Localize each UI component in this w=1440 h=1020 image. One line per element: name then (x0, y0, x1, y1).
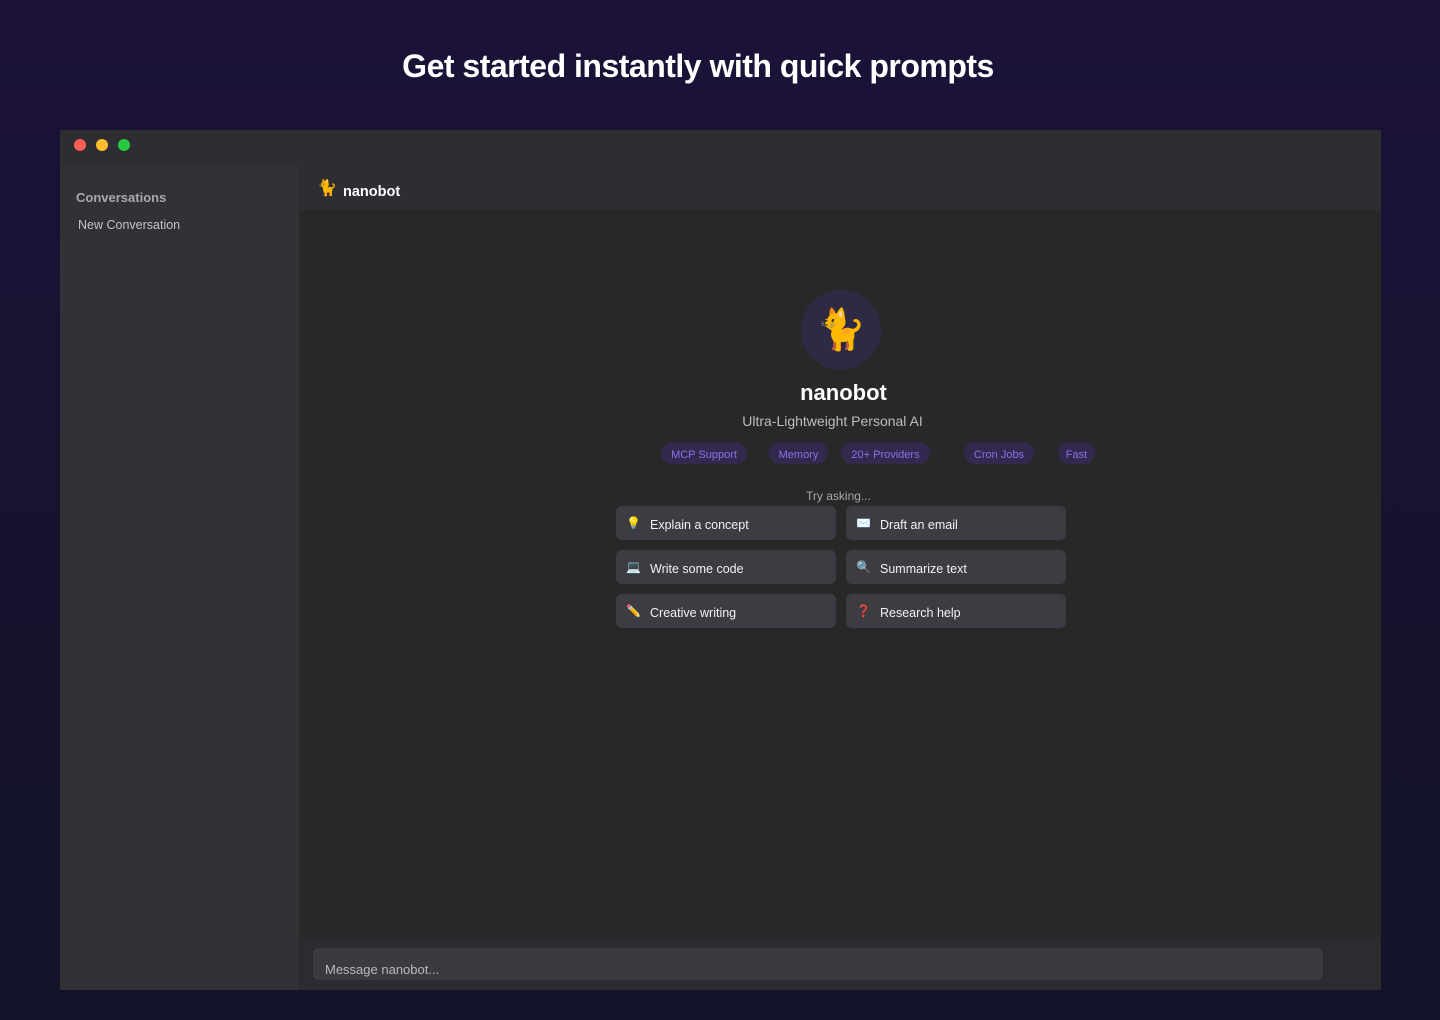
composer-bar (300, 938, 1381, 990)
prompt-summarize-text[interactable]: 🔍 Summarize text (846, 550, 1066, 584)
envelope-icon: ✉️ (856, 516, 871, 530)
feature-chip-mcp-support: MCP Support (661, 442, 747, 464)
magnifier-icon: 🔍 (856, 560, 871, 574)
lightbulb-icon: 💡 (626, 516, 641, 530)
app-window: Conversations New Conversation 🐈 nanobot… (60, 130, 1381, 990)
bot-name: nanobot (800, 380, 887, 405)
try-asking-label: Try asking... (806, 489, 871, 503)
minimize-window-button[interactable] (96, 139, 108, 151)
feature-chip-fast: Fast (1058, 442, 1095, 464)
window-titlebar (60, 130, 1381, 166)
prompt-label: Draft an email (880, 518, 958, 532)
message-input[interactable] (313, 948, 1323, 980)
chat-header: 🐈 nanobot (300, 166, 1381, 210)
hero-title: Get started instantly with quick prompts (402, 48, 994, 84)
feature-chip-providers: 20+ Providers (841, 442, 930, 464)
prompt-creative-writing[interactable]: ✏️ Creative writing (616, 594, 836, 628)
prompt-label: Creative writing (650, 606, 737, 620)
maximize-window-button[interactable] (118, 139, 130, 151)
bot-tagline: Ultra-Lightweight Personal AI (742, 413, 923, 429)
prompt-label: Explain a concept (650, 518, 749, 532)
sidebar: Conversations New Conversation (60, 166, 300, 990)
prompt-label: Research help (880, 606, 961, 620)
chat-header-title: nanobot (343, 184, 401, 200)
laptop-icon: 💻 (626, 560, 641, 574)
cat-icon: 🐈 (816, 308, 866, 352)
prompt-research-help[interactable]: ❓ Research help (846, 594, 1066, 628)
close-window-button[interactable] (74, 139, 86, 151)
prompt-write-code[interactable]: 💻 Write some code (616, 550, 836, 584)
feature-chip-memory: Memory (769, 442, 828, 464)
prompt-explain-concept[interactable]: 💡 Explain a concept (616, 506, 836, 540)
sidebar-item-new-conversation[interactable]: New Conversation (78, 218, 180, 232)
pencil-icon: ✏️ (626, 604, 641, 618)
welcome-panel: 🐈 nanobot Ultra-Lightweight Personal AI … (300, 210, 1381, 938)
bot-avatar: 🐈 (801, 290, 881, 370)
sidebar-heading: Conversations (76, 190, 167, 205)
prompt-label: Write some code (650, 562, 744, 576)
feature-chip-cron-jobs: Cron Jobs (964, 442, 1034, 464)
question-mark-icon: ❓ (856, 604, 871, 618)
prompt-label: Summarize text (880, 562, 967, 576)
cat-logo-icon: 🐈 (317, 180, 337, 197)
prompt-draft-email[interactable]: ✉️ Draft an email (846, 506, 1066, 540)
